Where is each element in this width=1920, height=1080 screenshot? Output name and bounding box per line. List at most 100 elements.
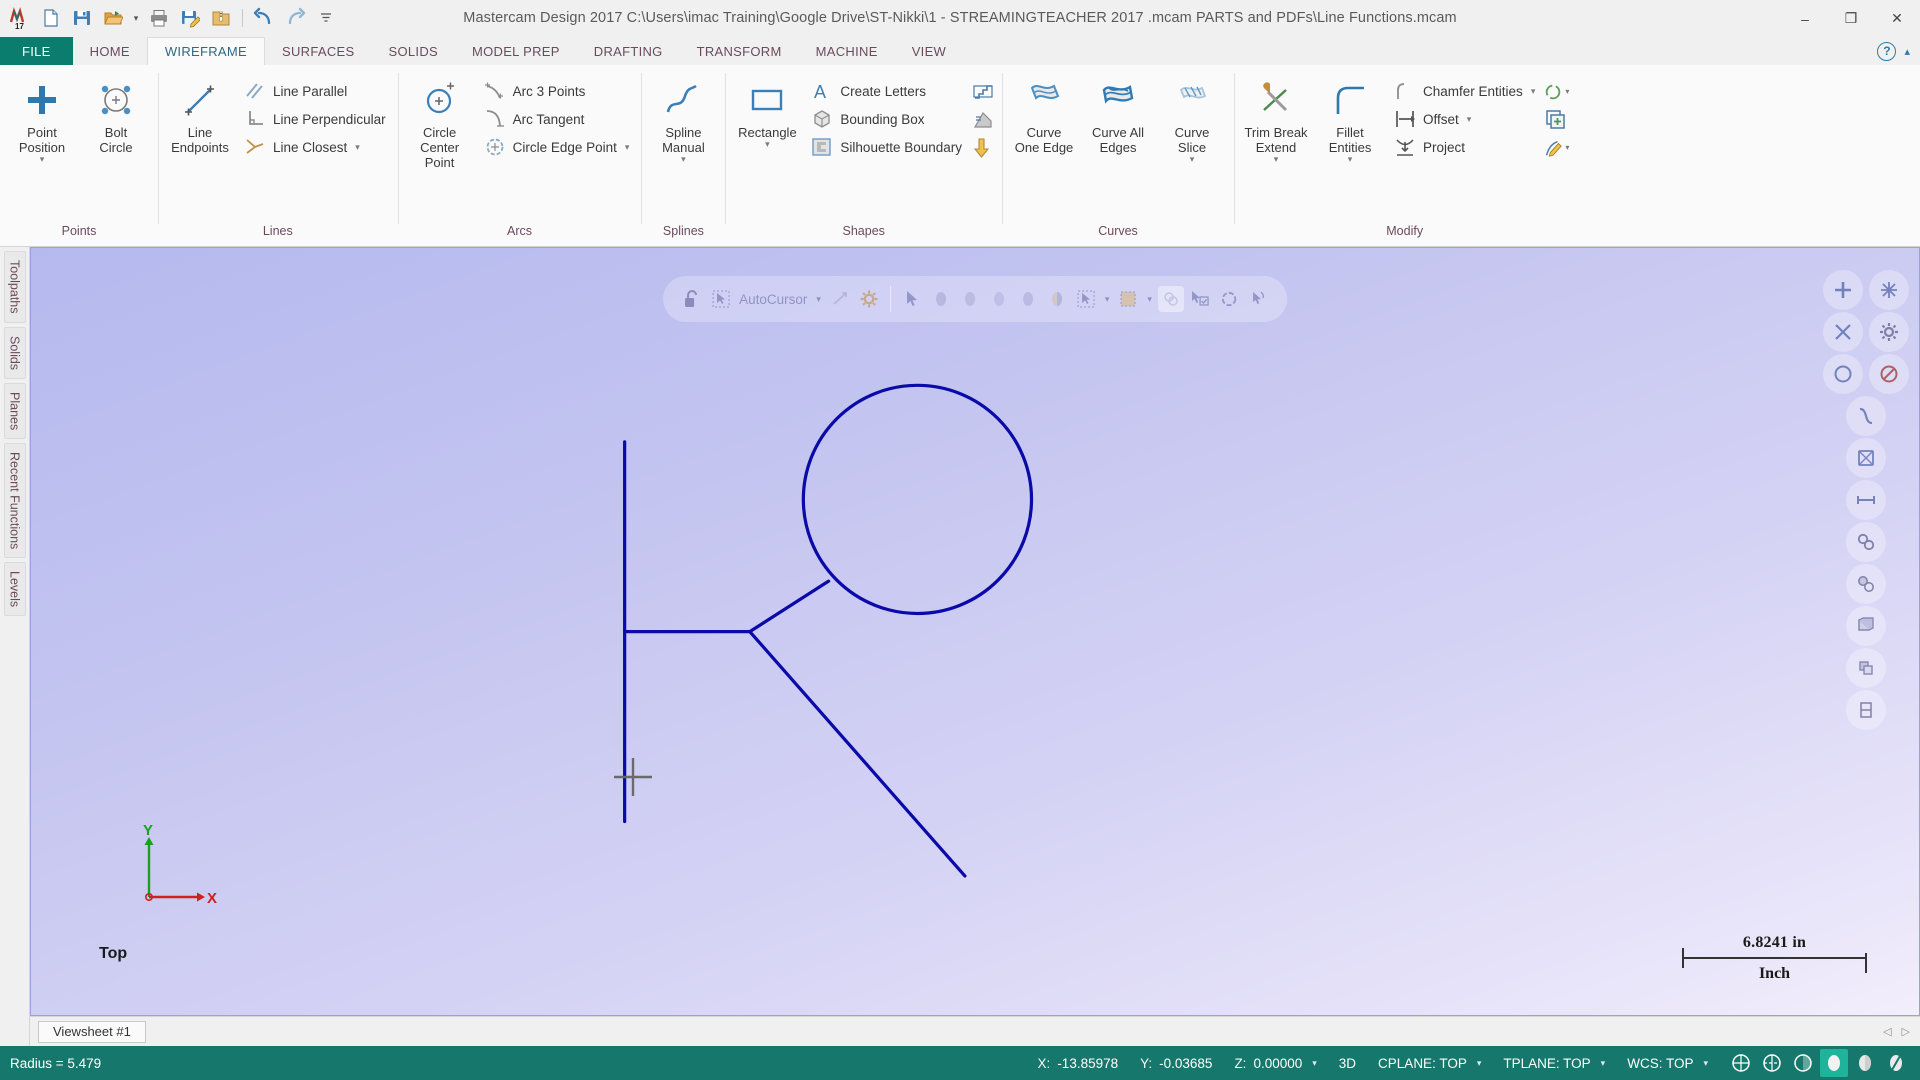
circle-center-point-button[interactable]: Circle Center Point <box>404 71 476 170</box>
bounding-box-button[interactable]: Bounding Box <box>805 106 968 132</box>
trim-break-extend-button[interactable]: Trim Break Extend ▾ <box>1240 71 1312 164</box>
bolt-circle-button[interactable]: Bolt Circle <box>80 71 152 155</box>
quick-access-toolbar: 17 ▾ <box>0 0 340 36</box>
offset-button[interactable]: Offset ▾ <box>1388 106 1541 132</box>
curve-all-edges-button[interactable]: Curve All Edges <box>1082 71 1154 155</box>
tab-file[interactable]: FILE <box>0 37 73 65</box>
curve-one-edge-button[interactable]: Curve One Edge <box>1008 71 1080 155</box>
modify-closed-loop-icon[interactable]: ▾ <box>1543 79 1569 104</box>
line-parallel-button[interactable]: Line Parallel <box>238 78 392 104</box>
viewsheet-next-icon[interactable]: ▷ <box>1902 1025 1910 1038</box>
undo-icon[interactable] <box>250 4 278 32</box>
ribbon-group-label: Curves <box>1098 224 1138 238</box>
curve-slice-button[interactable]: Curve Slice ▾ <box>1156 71 1228 164</box>
arc-tangent-icon <box>484 109 506 129</box>
project-button[interactable]: Project <box>1388 134 1541 160</box>
viewsheet-tab[interactable]: Viewsheet #1 <box>38 1020 146 1043</box>
chevron-down-icon[interactable]: ▾ <box>1348 155 1353 164</box>
shaded-hidden-icon[interactable] <box>1789 1049 1817 1077</box>
tab-solids[interactable]: SOLIDS <box>372 37 455 65</box>
tab-transform[interactable]: TRANSFORM <box>680 37 799 65</box>
chevron-down-icon[interactable]: ▾ <box>1601 1058 1606 1069</box>
hidden-lines-icon[interactable] <box>1758 1049 1786 1077</box>
arc-tangent-button[interactable]: Arc Tangent <box>478 106 636 132</box>
arc-3-points-button[interactable]: Arc 3 Points <box>478 78 636 104</box>
status-cplane[interactable]: CPLANE: TOP ▾ <box>1367 1056 1492 1071</box>
new-file-icon[interactable] <box>37 4 65 32</box>
shaded-material-icon[interactable] <box>1882 1049 1910 1077</box>
tab-wireframe[interactable]: WIREFRAME <box>146 37 266 65</box>
minimize-button[interactable]: – <box>1782 0 1828 37</box>
ribbon-icon-column <box>970 71 996 160</box>
ribbon-item-label: Arc Tangent <box>512 111 585 127</box>
offset-contour-icon[interactable] <box>1543 107 1569 132</box>
open-folder-icon[interactable] <box>99 4 127 32</box>
chevron-down-icon[interactable]: ▾ <box>765 140 770 149</box>
chevron-down-icon[interactable]: ▾ <box>1274 155 1279 164</box>
chamfer-entities-button[interactable]: Chamfer Entities ▾ <box>1388 78 1541 104</box>
chevron-down-icon[interactable]: ▾ <box>625 142 630 153</box>
rail-tab-levels[interactable]: Levels <box>3 562 26 617</box>
rail-tab-toolpaths[interactable]: Toolpaths <box>3 251 26 323</box>
status-wcs[interactable]: WCS: TOP ▾ <box>1616 1056 1719 1071</box>
ribbon-small-column: Chamfer Entities ▾ Offset ▾ Project <box>1388 71 1541 160</box>
rail-tab-solids[interactable]: Solids <box>3 326 26 379</box>
ribbon-tab-bar: FILE HOME WIREFRAME SURFACES SOLIDS MODEL PRE… <box>0 37 1920 65</box>
chevron-down-icon[interactable]: ▾ <box>355 142 360 153</box>
door-icon[interactable] <box>970 135 996 160</box>
chevron-down-icon[interactable]: ▾ <box>1531 86 1536 97</box>
redo-icon[interactable] <box>281 4 309 32</box>
tab-surfaces[interactable]: SURFACES <box>265 37 371 65</box>
help-icon[interactable]: ? <box>1877 41 1897 61</box>
chevron-down-icon[interactable]: ▾ <box>40 155 45 164</box>
chevron-down-icon[interactable]: ▾ <box>1467 114 1472 125</box>
tab-drafting[interactable]: DRAFTING <box>577 37 680 65</box>
stairs-icon[interactable] <box>970 79 996 104</box>
modify-spline-icon[interactable]: ▾ <box>1543 135 1569 160</box>
silhouette-boundary-button[interactable]: Silhouette Boundary <box>805 134 968 160</box>
tab-view[interactable]: VIEW <box>895 37 963 65</box>
line-perpendicular-button[interactable]: Line Perpendicular <box>238 106 392 132</box>
chevron-down-icon[interactable]: ▾ <box>1477 1058 1482 1069</box>
circle-edge-point-button[interactable]: Circle Edge Point ▾ <box>478 134 636 160</box>
close-button[interactable]: ✕ <box>1874 0 1920 37</box>
rectangle-button[interactable]: Rectangle ▾ <box>731 71 803 149</box>
tab-model-prep[interactable]: MODEL PREP <box>455 37 577 65</box>
point-position-icon <box>22 77 62 123</box>
rail-tab-planes[interactable]: Planes <box>3 382 26 439</box>
status-tplane[interactable]: TPLANE: TOP ▾ <box>1492 1056 1616 1071</box>
spline-manual-button[interactable]: Spline Manual ▾ <box>647 71 719 164</box>
shaded-solid-icon[interactable] <box>1820 1049 1848 1077</box>
line-closest-button[interactable]: Line Closest ▾ <box>238 134 392 160</box>
chevron-down-icon[interactable]: ▾ <box>681 155 686 164</box>
create-letters-button[interactable]: A Create Letters <box>805 78 968 104</box>
collapse-ribbon-icon[interactable]: ▴ <box>1904 45 1910 58</box>
bounding-box-icon <box>811 109 833 129</box>
chevron-down-icon[interactable]: ▾ <box>1312 1058 1317 1069</box>
open-dropdown-caret[interactable]: ▾ <box>130 4 142 32</box>
save-icon[interactable] <box>68 4 96 32</box>
viewsheet-prev-icon[interactable]: ◁ <box>1883 1025 1891 1038</box>
tab-machine[interactable]: MACHINE <box>799 37 895 65</box>
point-position-button[interactable]: Point Position ▾ <box>6 71 78 164</box>
graphics-viewport[interactable]: AutoCursor ▾ ▾ ▾ Y X Top 6.8241 in Inch <box>30 247 1920 1016</box>
relief-groove-icon[interactable] <box>970 107 996 132</box>
line-endpoints-button[interactable]: Line Endpoints <box>164 71 236 155</box>
ribbon-item-label: Offset <box>1423 111 1459 127</box>
chevron-down-icon[interactable]: ▾ <box>1190 155 1195 164</box>
restore-button[interactable]: ❐ <box>1828 0 1874 37</box>
status-mode-toggle[interactable]: 3D <box>1328 1056 1367 1071</box>
project-icon <box>1394 137 1416 157</box>
wireframe-shading-icon[interactable] <box>1727 1049 1755 1077</box>
view-orientation-label: Top <box>99 945 128 962</box>
rail-tab-recent-functions[interactable]: Recent Functions <box>3 442 26 559</box>
chevron-down-icon[interactable]: ▾ <box>1703 1058 1708 1069</box>
print-icon[interactable] <box>145 4 173 32</box>
tab-home[interactable]: HOME <box>73 37 147 65</box>
ribbon-group-label: Arcs <box>507 224 532 238</box>
zip2go-icon[interactable] <box>207 4 235 32</box>
save-as-icon[interactable] <box>176 4 204 32</box>
customize-qat-icon[interactable] <box>312 4 340 32</box>
fillet-entities-button[interactable]: Fillet Entities ▾ <box>1314 71 1386 164</box>
shaded-translucent-icon[interactable] <box>1851 1049 1879 1077</box>
